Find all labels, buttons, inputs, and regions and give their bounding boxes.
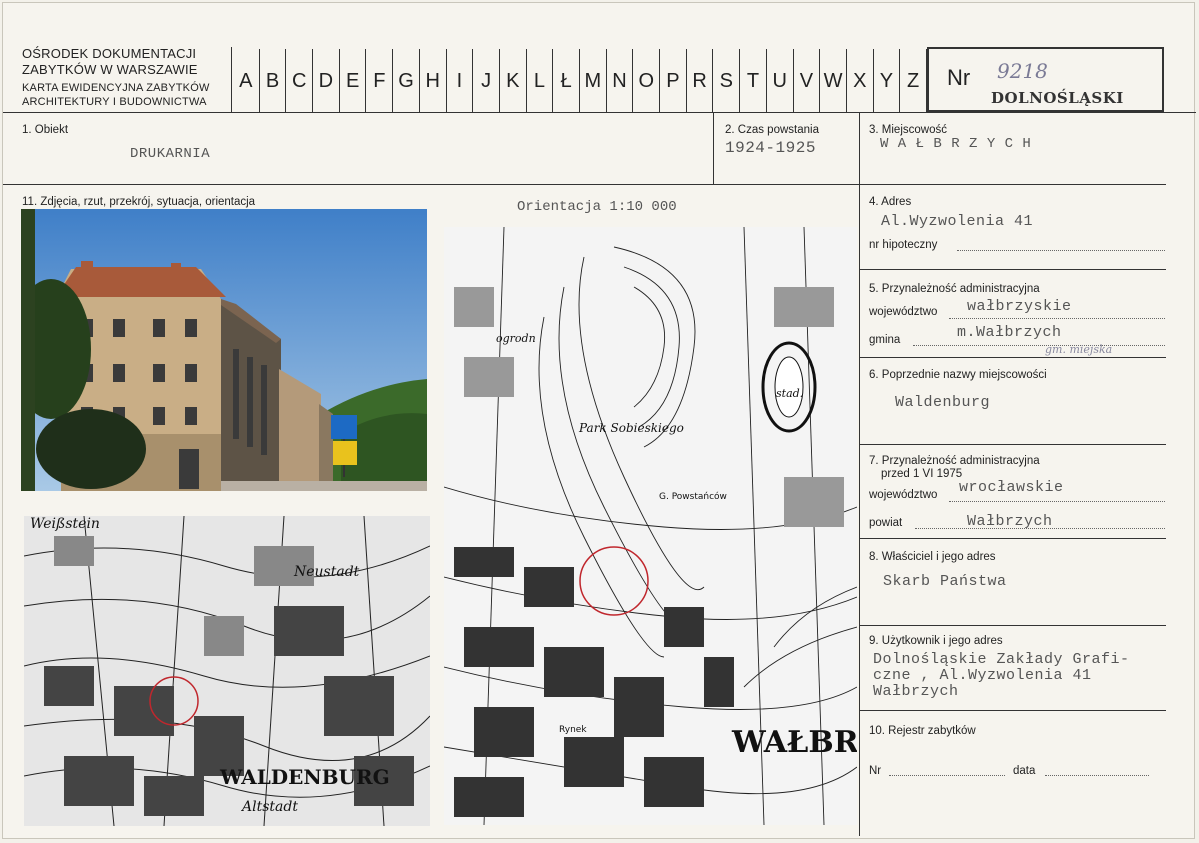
uzytkownik-line2: czne , Al.Wyzwolenia 41 [873,667,1092,684]
institution-line2: ZABYTKÓW W WARSZAWIE [22,62,198,77]
letter-19: S [713,49,741,113]
wojewodztwo-value: wałbrzyskie [967,298,1072,315]
woj2-value: wrocławskie [959,479,1064,496]
letter-12: L [527,49,554,113]
letter-15: N [607,49,634,113]
map-label-neustadt: Neustadt [293,564,360,580]
map-label-weisstein: Weißstein [30,516,100,532]
letter-22: V [794,49,821,113]
letter-13: Ł [553,49,580,113]
letter-11: K [500,49,527,113]
powiat-label: powiat [869,517,903,529]
poprzednie-label: 6. Poprzednie nazwy miejscowości [869,369,1047,381]
map-label-ogrodn: ogrodn [496,332,536,345]
region-stamp: DOLNOŚLĄSKI [991,89,1124,107]
letter-2: B [260,49,287,113]
letter-16: O [633,49,661,113]
gmina-label: gmina [869,334,901,346]
map-label-rynek: Rynek [559,725,587,735]
letter-21: U [767,49,794,113]
adres-value: Al.Wyzwolenia 41 [881,213,1034,230]
wojewodztwo-label: województwo [869,306,938,318]
przed-label2: przed 1 VI 1975 [881,468,963,480]
czas-value: 1924-1925 [725,139,816,157]
rejestr-data-label: data [1013,765,1036,777]
map-label-powstancow: G. Powstańców [659,491,727,502]
letter-14: M [580,49,607,113]
przed-label1: 7. Przynależność administracyjna [869,455,1040,467]
letter-4: D [313,49,340,113]
miejscowosc-value: W A Ł B R Z Y C H [880,136,1032,152]
letter-7: G [393,49,420,113]
obiekt-label: 1. Obiekt [22,124,69,136]
letter-24: X [847,49,874,113]
orientation-map: Park Sobieskiego stad. WAŁBR G. Powstańc… [444,227,857,825]
uzytkownik-label: 9. Użytkownik i jego adres [869,635,1003,647]
obiekt-value: DRUKARNIA [130,146,211,162]
letter-26: Z [900,49,927,113]
orientacja-label: Orientacja 1:10 000 [517,199,677,215]
rejestr-label: 10. Rejestr zabytków [869,725,976,737]
uzytkownik-line1: Dolnośląskie Zakłady Grafi- [873,651,1130,668]
uzytkownik-line3: Wałbrzych [873,683,959,700]
letter-20: T [740,49,767,113]
letter-6: F [366,49,394,113]
building-photo [21,209,427,491]
map-label-stadium: stad. [776,387,803,400]
poprzednie-value: Waldenburg [895,394,991,411]
przynaleznosc-label: 5. Przynależność administracyjna [869,283,1040,295]
letter-25: Y [874,49,901,113]
adres-label: 4. Adres [869,196,912,208]
wlasciciel-label: 8. Właściciel i jego adres [869,551,996,563]
inventory-card: OŚRODEK DOKUMENTACJI ZABYTKÓW W WARSZAWI… [2,2,1196,839]
rejestr-nr-label: Nr [869,765,882,777]
historic-map: Weißstein Neustadt WALDENBURG Altstadt [24,516,430,826]
letter-23: W [820,49,847,113]
gmina-value: m.Wałbrzych [957,324,1062,341]
hipoteczny-label: nr hipoteczny [869,239,938,251]
letter-17: P [660,49,687,113]
nr-value: 9218 [997,59,1048,83]
subtitle-line1: KARTA EWIDENCYJNA ZABYTKÓW [22,82,210,94]
letter-3: C [286,49,314,113]
subtitle-line2: ARCHITEKTURY I BUDOWNICTWA [22,96,207,108]
letter-10: J [473,49,500,113]
zdjecia-label: 11. Zdjęcia, rzut, przekrój, sytuacja, o… [22,196,256,208]
map-label-walbrzych: WAŁBR [731,725,857,760]
nr-label: Nr [947,65,971,90]
czas-label: 2. Czas powstania [725,124,819,136]
gmina-handwritten: gm. miejska [1045,343,1113,356]
letter-1: A [233,49,260,113]
letter-9: I [447,49,474,113]
wlasciciel-value: Skarb Państwa [883,573,1007,590]
letter-8: H [420,49,447,113]
map-label-park: Park Sobieskiego [578,421,684,435]
woj2-label: województwo [869,489,938,501]
map-label-waldenburg: WALDENBURG [219,765,390,789]
map-label-altstadt: Altstadt [240,799,298,815]
miejscowosc-label: 3. Miejscowość [869,124,947,136]
institution-line1: OŚRODEK DOKUMENTACJI [22,46,197,61]
nr-box: Nr 9218 DOLNOŚLĄSKI [927,47,1164,112]
letter-18: R [687,49,714,113]
letter-5: E [340,49,367,113]
